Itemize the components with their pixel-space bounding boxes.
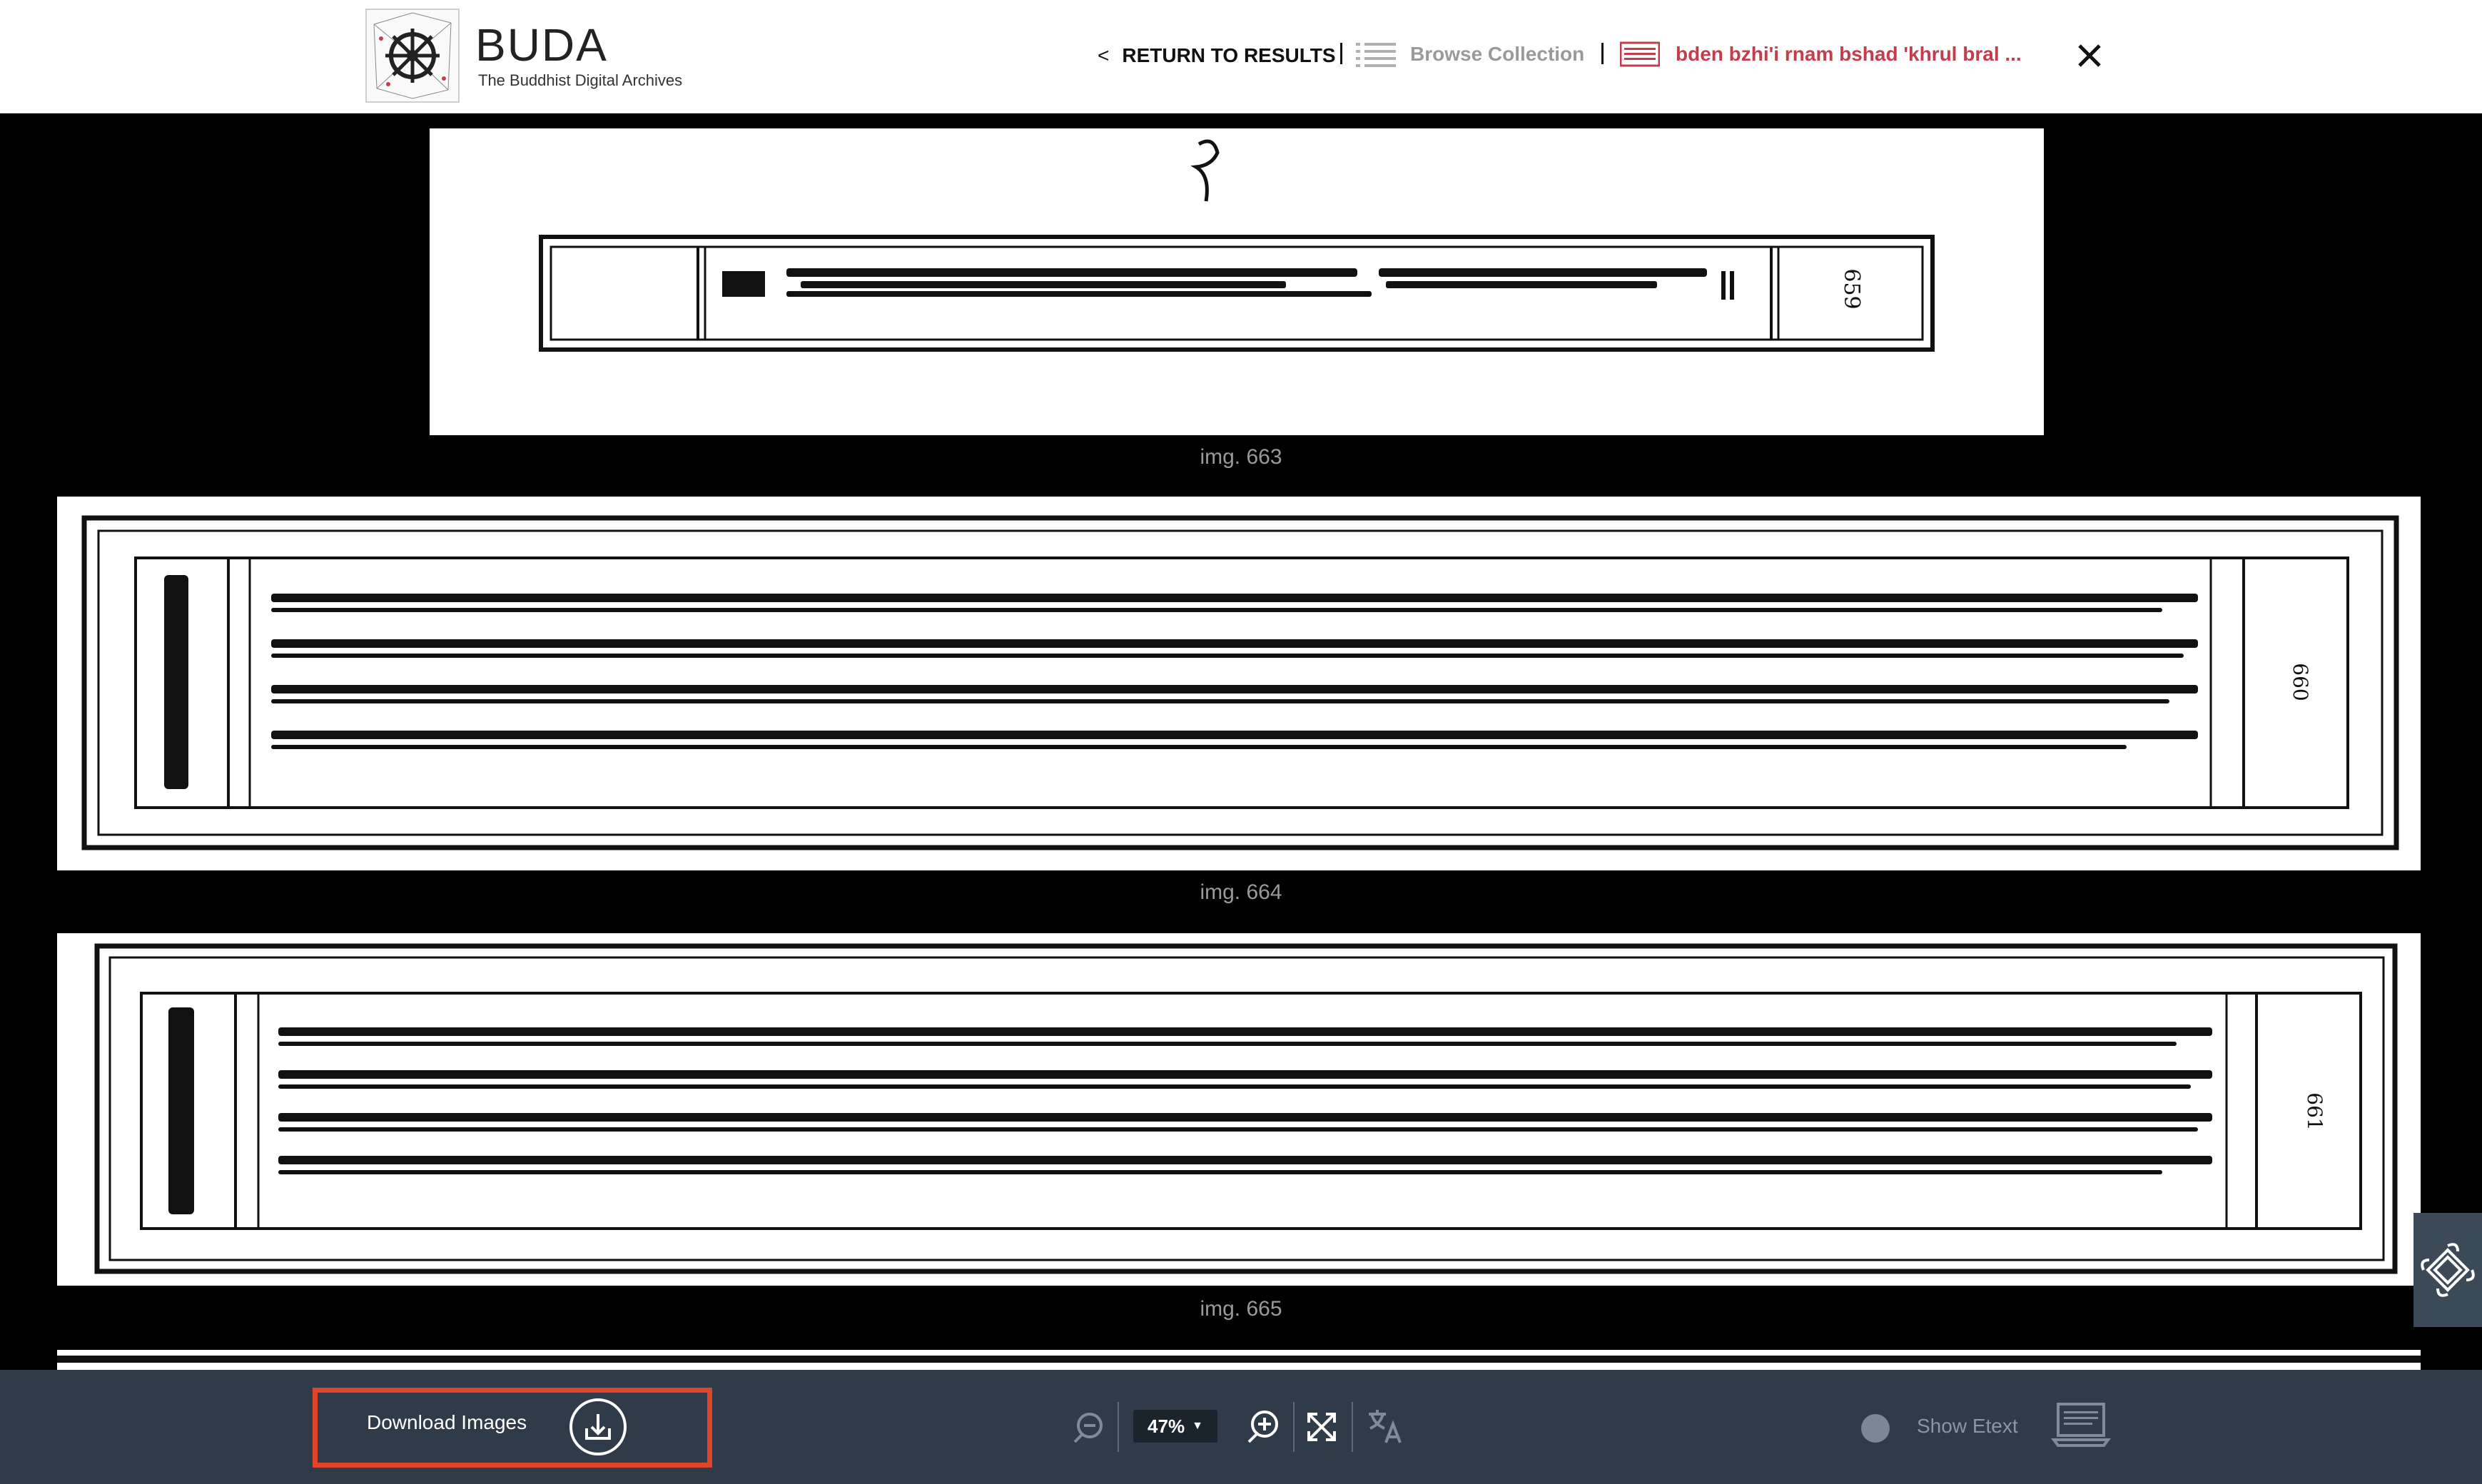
download-images-button[interactable]: Download Images <box>367 1411 527 1434</box>
brand-subtitle: The Buddhist Digital Archives <box>478 71 683 89</box>
etext-toggle[interactable] <box>1861 1414 1890 1443</box>
list-icon <box>1356 43 1396 67</box>
page-label: img. 663 <box>1200 445 1282 469</box>
fullscreen-icon[interactable] <box>1306 1411 1337 1443</box>
chevron-left-icon: < <box>1098 44 1110 66</box>
etext-icon[interactable] <box>2051 1401 2111 1448</box>
page-label: img. 664 <box>1200 880 1282 904</box>
return-to-results-link[interactable]: < RETURN TO RESULTS <box>1098 44 1336 67</box>
page-image[interactable]: 659 <box>430 128 2044 435</box>
show-etext-label[interactable]: Show Etext <box>1917 1415 2018 1438</box>
folio-number: 660 <box>2289 663 2312 701</box>
page-border <box>57 1356 2421 1363</box>
folio-number: 659 <box>1839 268 1864 310</box>
page-image[interactable]: 660 <box>57 497 2421 870</box>
current-work-link[interactable]: bden bzhi'i rnam bshad 'khrul bral ... <box>1620 39 2022 70</box>
return-label: RETURN TO RESULTS <box>1122 44 1336 66</box>
translate-icon[interactable] <box>1366 1407 1404 1445</box>
folio-number: 661 <box>2303 1092 2326 1131</box>
toolbar-divider <box>1118 1402 1119 1452</box>
nav-divider <box>1340 43 1342 64</box>
toolbar-divider <box>1352 1402 1353 1452</box>
browse-collection-link[interactable]: Browse Collection <box>1356 39 1584 70</box>
top-header: BUDA The Buddhist Digital Archives < RETU… <box>0 0 2482 113</box>
zoom-in-icon[interactable] <box>1245 1408 1282 1445</box>
page-image[interactable]: 661 <box>57 933 2421 1286</box>
brand-title[interactable]: BUDA <box>475 19 608 71</box>
side-panel-button[interactable] <box>2413 1213 2482 1327</box>
manuscript-scan <box>94 943 2398 1274</box>
manuscript-scan <box>539 139 1935 352</box>
browse-label: Browse Collection <box>1410 43 1585 65</box>
toolbar-divider <box>1293 1402 1295 1452</box>
download-icon[interactable] <box>568 1397 628 1457</box>
page-label: img. 665 <box>1200 1297 1282 1321</box>
zoom-out-icon[interactable] <box>1070 1410 1106 1445</box>
manuscript-scan <box>81 515 2399 850</box>
close-icon[interactable] <box>2075 41 2104 70</box>
nav-divider <box>1601 43 1604 64</box>
endless-knot-icon <box>2421 1243 2475 1297</box>
buda-logo[interactable] <box>365 9 460 103</box>
pecha-icon <box>1620 41 1660 67</box>
zoom-level-select[interactable]: 47% ▼ <box>1133 1410 1217 1443</box>
zoom-value: 47% <box>1148 1415 1185 1437</box>
dharma-wheel-icon <box>373 12 452 99</box>
current-work-label: bden bzhi'i rnam bshad 'khrul bral ... <box>1676 43 2022 65</box>
caret-down-icon: ▼ <box>1192 1420 1203 1432</box>
